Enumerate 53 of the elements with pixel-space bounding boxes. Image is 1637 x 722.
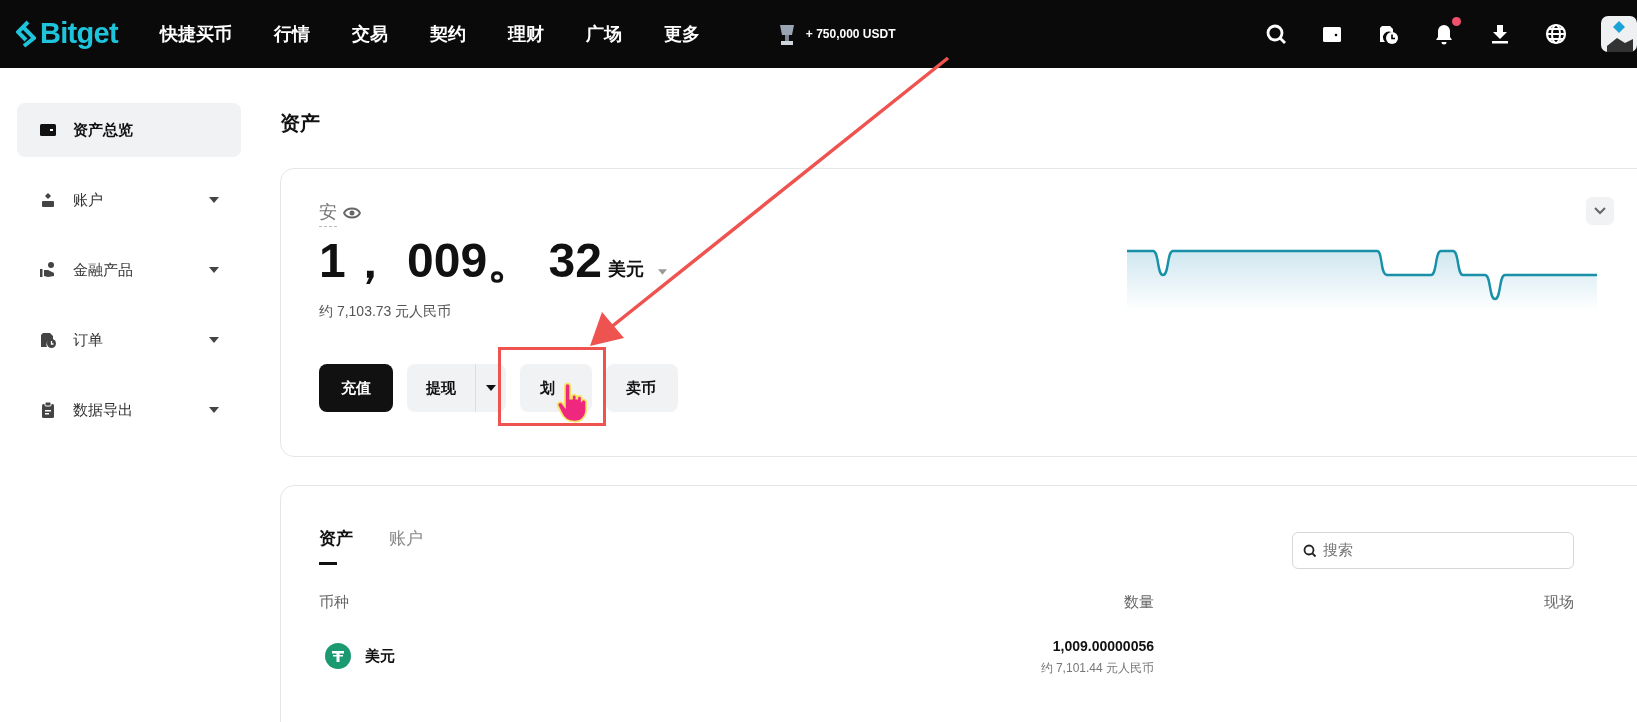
currency-selector[interactable]: 美元: [607, 256, 644, 283]
page-title: 资产: [280, 111, 321, 136]
wallet-icon: [39, 121, 57, 139]
caret-icon: [486, 385, 496, 391]
promo-text[interactable]: + 750,000 USDT: [805, 25, 896, 43]
column-header: 币种: [319, 592, 350, 612]
collapse-button[interactable]: [1586, 197, 1614, 225]
download-icon[interactable]: [1489, 23, 1511, 45]
tab[interactable]: 账户: [389, 526, 423, 565]
search-icon: [1303, 543, 1317, 558]
search-field[interactable]: 搜索: [1292, 532, 1574, 569]
nav-link[interactable]: 交易: [351, 20, 388, 48]
nav-link[interactable]: 行情: [273, 20, 310, 48]
sidebar-item[interactable]: 金融产品: [17, 243, 241, 297]
clock-document-icon[interactable]: [1377, 23, 1399, 45]
coin-name: 美元: [365, 645, 395, 666]
search-icon[interactable]: [1265, 23, 1287, 45]
chevron-down-icon: [1594, 207, 1606, 215]
globe-icon[interactable]: [1545, 23, 1567, 45]
hand-cursor-icon: [556, 382, 588, 424]
tab[interactable]: 资产: [319, 526, 353, 565]
user-icon: [39, 191, 57, 209]
withdraw-split-button[interactable]: 提现: [407, 364, 506, 412]
nav-link[interactable]: 快捷买币: [159, 20, 232, 48]
table-cell-text: 1,009.00000056: [1052, 636, 1154, 656]
nav-link[interactable]: 更多: [663, 20, 700, 48]
table-cell-text: 约 7,101.44 元人民币: [1040, 659, 1154, 677]
eye-icon[interactable]: [343, 206, 361, 220]
sidebar-item[interactable]: 账户: [17, 173, 241, 227]
clipboard-icon: [39, 401, 57, 419]
balance-label: 安: [319, 199, 337, 227]
clock-document-icon: [39, 331, 57, 349]
avatar-icon[interactable]: [1601, 16, 1637, 52]
sidebar-item[interactable]: 数据导出: [17, 383, 241, 437]
bell-icon[interactable]: [1433, 23, 1455, 45]
balance-amount: 1， 009。 32: [319, 237, 602, 285]
column-header: 数量: [1124, 592, 1154, 612]
deposit-button[interactable]: 充值: [319, 364, 393, 412]
search-input[interactable]: 搜索: [1323, 539, 1563, 562]
nav-link[interactable]: 理财: [507, 20, 544, 48]
caret-icon: [657, 269, 667, 275]
nav-link[interactable]: 广场: [585, 20, 622, 48]
coin-icon: [325, 643, 351, 669]
hand-coin-icon: [39, 261, 57, 279]
withdraw-button[interactable]: 提现: [407, 364, 475, 412]
sidebar-item[interactable]: 资产总览: [17, 103, 241, 157]
nav-link[interactable]: 契约: [429, 20, 466, 48]
logo-icon: [16, 20, 36, 48]
action-button[interactable]: 卖币: [606, 364, 678, 412]
sidebar-item[interactable]: 订单: [17, 313, 241, 367]
balance-approx: 约 7,103.73 元人民币: [319, 302, 453, 321]
brand-name: Bitget: [40, 16, 118, 52]
column-header: 现场: [1544, 592, 1574, 612]
